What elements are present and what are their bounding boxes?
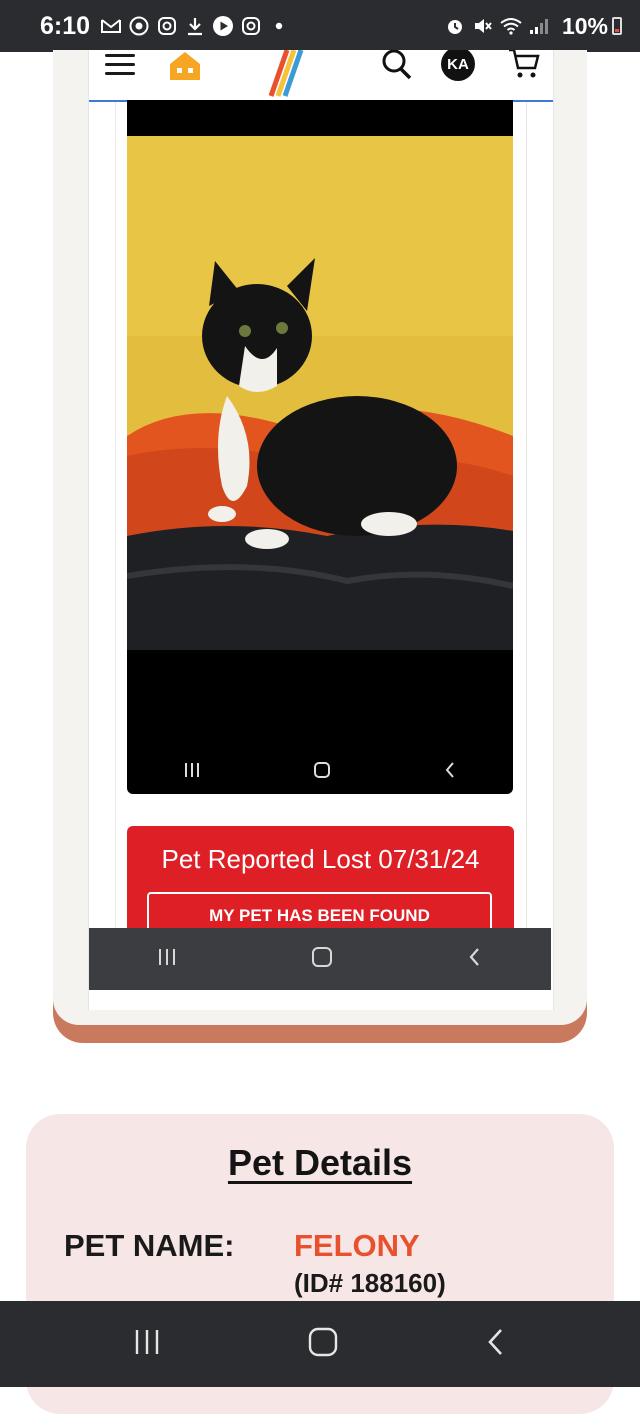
back-icon [466,946,484,972]
photo-nav-bar [127,750,513,794]
download-icon [184,15,206,37]
pet-name-label: PET NAME: [64,1228,235,1263]
menu-icon[interactable] [105,54,135,76]
home-button[interactable] [307,1326,339,1362]
recent-apps-icon [182,760,202,784]
cat-photo [127,136,513,650]
pet-photo-frame [127,100,513,794]
instagram-icon [240,15,262,37]
logo-rainbow[interactable] [239,50,309,102]
status-bar: 6:10 10% [0,0,640,52]
home-icon[interactable] [167,50,203,86]
lost-status-text: Pet Reported Lost 07/31/24 [161,844,480,874]
avatar[interactable]: KA [441,50,475,81]
dot-icon [268,15,290,37]
site-header: KA [89,50,553,102]
recent-apps-button[interactable] [132,1327,162,1361]
pet-id: (ID# 188160) [294,1268,446,1298]
cart-icon[interactable] [507,50,541,86]
embedded-screenshot: KA Pet Reported Lost 07/31/24 MY PET HAS… [88,50,554,1010]
search-icon[interactable] [379,50,415,88]
back-button[interactable] [484,1326,508,1362]
home-circle-icon [311,946,333,972]
frame-line [115,102,116,982]
status-time: 6:10 [40,11,91,40]
mute-icon [472,15,494,37]
recent-apps-icon [156,947,178,971]
battery-icon [612,17,622,35]
instagram-icon [156,15,178,37]
alarm-icon [444,15,466,37]
frame-line [526,102,527,982]
back-icon [442,760,458,785]
battery-percent: 10% [561,12,608,39]
pet-name-value: FELONY [294,1228,420,1263]
youtube-icon [212,15,234,37]
embedded-nav-bar [89,928,551,990]
home-circle-icon [312,760,332,785]
system-nav-bar [0,1301,640,1387]
signal-icon [528,15,550,37]
pet-details-title: Pet Details [227,1142,413,1183]
chrome-icon [128,15,150,37]
gmail-icon [100,15,122,37]
wifi-icon [500,15,522,37]
